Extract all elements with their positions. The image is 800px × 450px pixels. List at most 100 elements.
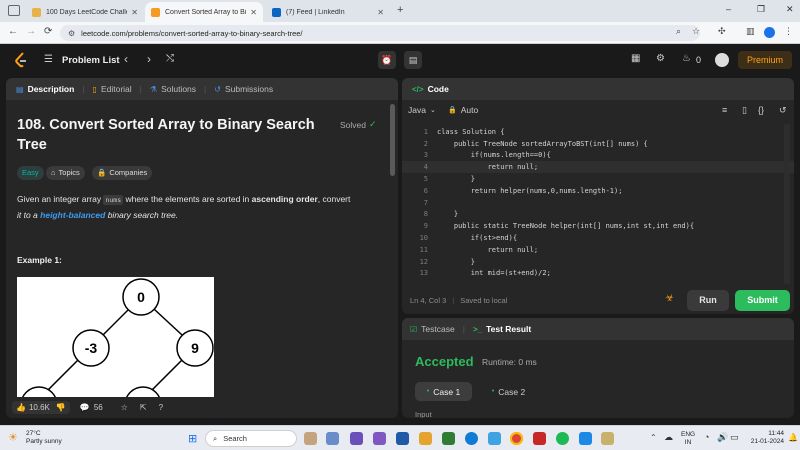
tab-solutions[interactable]: ⚗ Solutions xyxy=(150,84,196,94)
settings-gear-icon[interactable]: ⚙ xyxy=(656,53,665,64)
edge-icon[interactable] xyxy=(465,432,478,445)
widget-app-icon[interactable] xyxy=(304,432,317,445)
problem-statement: Given an integer array nums where the el… xyxy=(17,192,389,223)
submit-button[interactable]: Submit xyxy=(735,290,790,311)
prev-problem-icon[interactable]: ‹ xyxy=(124,52,128,66)
height-balanced-link[interactable]: height-balanced xyxy=(40,210,105,220)
tab-submissions[interactable]: ↺ Submissions xyxy=(214,84,273,94)
reload-icon[interactable]: ⟳ xyxy=(44,26,52,37)
volume-icon[interactable]: 🔊 xyxy=(717,432,728,443)
premium-button[interactable]: Premium xyxy=(738,51,792,69)
thumbs-down-icon[interactable]: 👎 xyxy=(56,403,66,412)
vscode-icon[interactable] xyxy=(579,432,592,445)
photos-icon[interactable] xyxy=(488,432,501,445)
extensions-icon[interactable]: ✣ xyxy=(718,26,726,37)
weather-widget[interactable]: 27°C Partly sunny xyxy=(26,430,62,446)
debug-icon[interactable]: ☣ xyxy=(665,293,674,304)
user-avatar[interactable] xyxy=(715,53,729,67)
browser-tab-linkedin[interactable]: (7) Feed | LinkedIn ✕ xyxy=(266,2,390,22)
sidebar-icon[interactable]: ▥ xyxy=(746,26,755,37)
excel-icon[interactable] xyxy=(442,432,455,445)
leetcode-favicon-icon xyxy=(151,7,160,17)
language-select[interactable]: Java ⌄ xyxy=(408,105,436,115)
spotify-icon[interactable] xyxy=(556,432,569,445)
like-button[interactable]: 👍 10.6K 👎 xyxy=(12,401,70,414)
mcafee-icon[interactable] xyxy=(533,432,546,445)
browser-tab-leetcode[interactable]: Convert Sorted Array to Binary ✕ xyxy=(145,2,263,22)
tab-label: Description xyxy=(27,84,75,94)
close-icon[interactable]: ✕ xyxy=(377,8,384,17)
case-2-button[interactable]: • Case 2 xyxy=(480,382,537,401)
notification-bell-icon[interactable]: 🔔 xyxy=(788,433,798,442)
leetcode-logo-icon[interactable] xyxy=(14,52,28,68)
chat-app-icon[interactable] xyxy=(373,432,386,445)
editor-scrollbar[interactable] xyxy=(784,124,790,284)
browser-menu-icon[interactable]: ⋮ xyxy=(784,26,793,37)
layout-icon[interactable]: ▦ xyxy=(631,53,640,64)
share-icon[interactable]: ⇱ xyxy=(140,403,147,412)
new-tab-button[interactable]: + xyxy=(397,4,403,16)
saved-status: Saved to local xyxy=(460,295,508,305)
tab-testcase[interactable]: ☑ Testcase xyxy=(410,324,455,334)
taskbar-search[interactable]: ⌕ Search xyxy=(205,430,297,447)
favorite-star-icon[interactable]: ☆ xyxy=(121,403,128,412)
maximize-button[interactable]: ❐ xyxy=(757,4,765,15)
site-info-icon[interactable]: ⚙ xyxy=(68,29,75,38)
language-indicator[interactable]: ENG IN xyxy=(681,431,695,447)
weather-icon[interactable]: ☀ xyxy=(8,431,18,444)
lock-icon: 🔒 xyxy=(448,107,457,114)
bookmark-star-icon[interactable]: ☆ xyxy=(692,26,700,37)
tab-label: Editorial xyxy=(100,84,132,94)
code-editor[interactable]: 1 class Solution { 2 public TreeNode sort… xyxy=(402,124,794,284)
bookmark-icon[interactable]: ▯ xyxy=(742,105,747,116)
clock[interactable]: 11:44 21-01-2024 xyxy=(744,430,784,446)
battery-icon[interactable]: ▭ xyxy=(730,432,739,443)
teams-icon[interactable] xyxy=(350,432,363,445)
windows-start-icon[interactable]: ⊞ xyxy=(188,432,197,445)
comments-button[interactable]: 💬 56 xyxy=(80,403,103,412)
streak-fire-icon[interactable]: ♨ xyxy=(682,53,691,64)
tab-actions-icon[interactable] xyxy=(8,5,20,16)
chevron-up-icon[interactable]: ⌃ xyxy=(650,433,657,442)
profile-avatar[interactable] xyxy=(764,27,775,38)
auto-mode-toggle[interactable]: 🔒 Auto xyxy=(448,105,478,115)
list-icon[interactable]: ☰ xyxy=(44,54,53,65)
close-window-button[interactable]: ✕ xyxy=(786,4,794,15)
back-icon[interactable]: ← xyxy=(8,26,18,37)
store-icon[interactable] xyxy=(396,432,409,445)
game-app-icon[interactable] xyxy=(601,432,614,445)
wifi-icon[interactable]: ◔ xyxy=(704,432,709,442)
tab-description[interactable]: ▤ Description xyxy=(16,84,74,94)
run-button[interactable]: Run xyxy=(687,290,729,311)
browser-tab-100-days[interactable]: 100 Days LeetCode Challenge ✕ xyxy=(26,2,144,22)
tab-label: Submissions xyxy=(224,84,274,94)
braces-icon[interactable]: {} xyxy=(758,105,764,115)
next-problem-icon[interactable]: › xyxy=(147,52,151,66)
help-icon[interactable]: ? xyxy=(159,403,163,412)
code-line: 9 public static TreeNode helper(int[] nu… xyxy=(402,220,794,232)
shuffle-icon[interactable]: ⤭ xyxy=(166,53,174,64)
companies-chip[interactable]: 🔒 Companies xyxy=(92,166,153,180)
zoom-icon[interactable]: ⌕ xyxy=(676,26,681,37)
reset-icon[interactable]: ↺ xyxy=(779,105,787,116)
notes-icon[interactable]: ▤ xyxy=(404,51,422,69)
tab-editorial[interactable]: ▯ Editorial xyxy=(93,84,132,94)
cloud-icon[interactable]: ☁ xyxy=(664,432,673,443)
description-scrollbar[interactable] xyxy=(390,104,395,176)
minimize-button[interactable]: – xyxy=(726,4,731,14)
line-number: 4 xyxy=(423,163,428,172)
tab-test-result[interactable]: >_ Test Result xyxy=(473,324,531,334)
file-explorer-icon[interactable] xyxy=(419,432,432,445)
problem-list-link[interactable]: Problem List xyxy=(62,55,120,66)
chrome-icon[interactable] xyxy=(510,432,523,445)
topics-chip[interactable]: ⌂ Topics xyxy=(46,166,85,180)
timer-icon[interactable]: ⏰ xyxy=(378,51,396,69)
case-1-button[interactable]: • Case 1 xyxy=(415,382,472,401)
format-icon[interactable]: ≡ xyxy=(722,105,727,115)
close-icon[interactable]: ✕ xyxy=(250,8,257,17)
forward-icon[interactable]: → xyxy=(26,26,36,37)
tab-code[interactable]: </> Code xyxy=(412,84,449,94)
copilot-icon[interactable] xyxy=(326,432,339,445)
close-icon[interactable]: ✕ xyxy=(131,8,138,17)
url-field[interactable]: ⚙ leetcode.com/problems/convert-sorted-a… xyxy=(60,25,700,41)
